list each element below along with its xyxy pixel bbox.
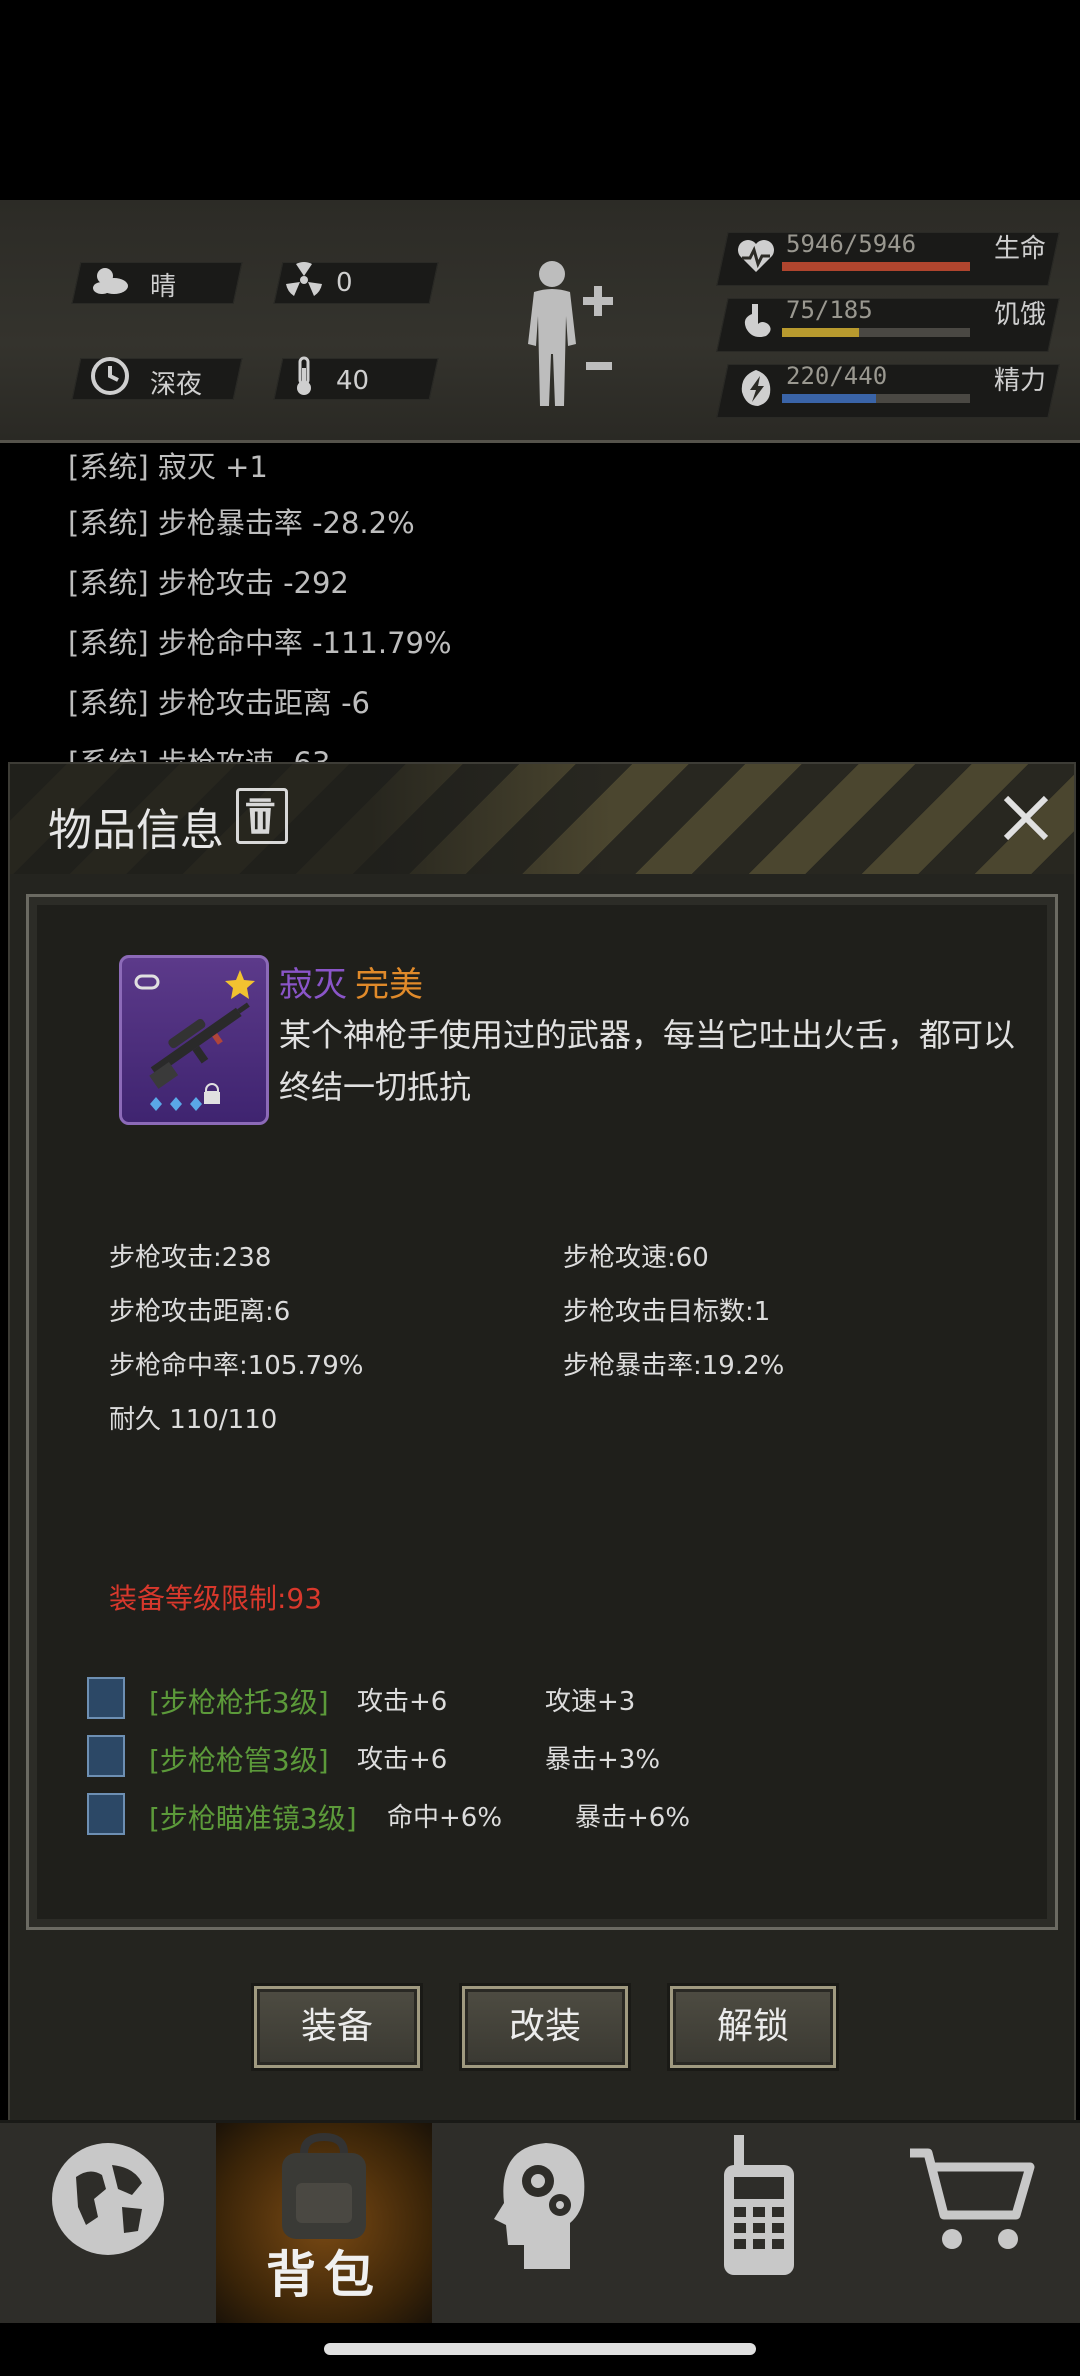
log-line: [系统] 步枪攻击 -292 [68,566,349,600]
nav-skills[interactable] [432,2123,648,2323]
attr-durability: 耐久 110/110 [109,1405,278,1435]
bottom-nav: 背包 [0,2120,1080,2323]
nav-map[interactable] [0,2123,216,2323]
mod-stat: 攻击+6 [357,1745,448,1775]
scope-mod-icon [87,1793,125,1835]
trash-button[interactable] [236,788,288,844]
mod-stat: 暴击+6% [575,1803,691,1833]
backpack-icon [282,2133,366,2239]
sniper-rifle-icon [134,970,255,1111]
item-icon[interactable] [119,955,269,1125]
energy-value: 220/440 [786,362,888,390]
radiation-icon [286,262,322,296]
energy-icon [741,370,771,406]
radiation-value: 0 [336,268,353,298]
attr-rifle-range: 步枪攻击距离:6 [109,1297,291,1327]
item-detail-card: 寂灭 完美 某个神枪手使用过的武器，每当它吐出火舌，都可以终结一切抵抗 步枪攻击… [26,894,1058,1930]
thermometer-icon [297,356,311,395]
mod-stat: 攻击+6 [357,1687,448,1717]
trash-icon [246,798,275,834]
level-requirement: 装备等级限制:93 [109,1582,323,1615]
attr-rifle-accuracy: 步枪命中率:105.79% [109,1351,364,1381]
log-line: [系统] 步枪攻击距离 -6 [68,686,370,720]
mod-stat: 暴击+3% [545,1745,661,1775]
attr-rifle-targets: 步枪攻击目标数:1 [563,1297,771,1327]
health-bar [782,262,970,271]
shopping-cart-icon [910,2148,1035,2249]
nav-radio[interactable] [648,2123,864,2323]
time-of-day: 深夜 [150,370,203,400]
dialog-title: 物品信息 [48,805,224,856]
weather-icon [93,268,128,294]
mod-name: [步枪枪托3级] [149,1686,329,1719]
equip-button[interactable]: 装备 [254,1986,420,2068]
attr-rifle-attack: 步枪攻击:238 [109,1243,272,1273]
energy-bar [782,394,970,403]
system-log[interactable]: [系统] 寂灭 +1 [系统] 步枪暴击率 -28.2% [系统] 步枪攻击 -… [0,444,1080,762]
head-gear-icon [494,2143,585,2269]
clock-icon [91,357,129,395]
mod-stat: 命中+6% [387,1803,503,1833]
modify-button[interactable]: 改装 [462,1986,628,2068]
body-status-icon[interactable] [520,258,626,410]
globe-icon [52,2143,164,2255]
heart-icon [738,240,774,272]
item-description: 某个神枪手使用过的武器，每当它吐出火舌，都可以终结一切抵抗 [279,1016,1016,1106]
nav-bag[interactable]: 背包 [216,2123,432,2323]
hunger-bar [782,328,970,337]
log-line: [系统] 寂灭 +1 [68,450,268,484]
walkie-talkie-icon [724,2135,794,2275]
mod-name: [步枪瞄准镜3级] [149,1802,357,1835]
stock-mod-icon [87,1677,125,1719]
home-indicator[interactable] [324,2343,756,2355]
close-icon [1003,795,1049,841]
nav-shop[interactable] [864,2123,1080,2323]
item-quality: 完美 [355,965,423,1005]
lock-icon [204,1092,220,1104]
log-line: [系统] 步枪暴击率 -28.2% [68,506,415,540]
stomach-icon [744,304,771,337]
nav-bag-label: 背包 [266,2246,382,2304]
health-value: 5946/5946 [786,230,917,258]
close-button[interactable] [998,790,1054,846]
temperature-value: 40 [336,366,370,396]
unlock-button[interactable]: 解锁 [670,1986,836,2068]
mod-name: [步枪枪管3级] [149,1744,329,1777]
mod-stat: 攻速+3 [545,1687,636,1717]
attr-rifle-speed: 步枪攻速:60 [563,1243,709,1273]
star-icon [225,970,255,999]
attr-rifle-crit: 步枪暴击率:19.2% [563,1351,785,1381]
log-line: [系统] 步枪攻速 -63 [68,740,330,762]
hunger-value: 75/185 [786,296,873,324]
hunger-label: 饥饿 [994,300,1047,330]
weather-text: 晴 [150,272,177,302]
health-label: 生命 [994,234,1047,264]
energy-label: 精力 [994,366,1047,396]
log-line: [系统] 步枪命中率 -111.79% [68,626,452,660]
barrel-mod-icon [87,1735,125,1777]
link-icon [134,974,160,990]
item-name: 寂灭 [279,965,347,1005]
status-bar: 晴 0 深夜 40 5946/5946 生命 75/185 饥饿 220/440… [0,200,1080,443]
item-info-dialog: 物品信息 寂灭 完美 某个神枪手使用过的武器，每当它吐出火舌，都可以终结一切抵抗… [8,762,1076,2122]
